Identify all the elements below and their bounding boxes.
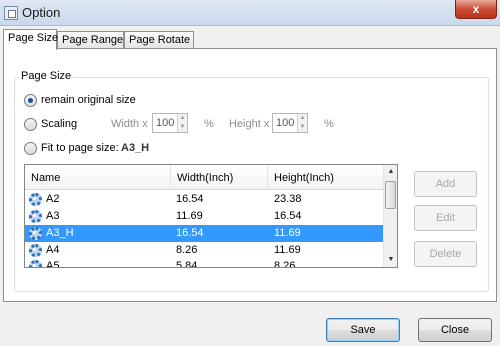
close-button-label: Close [440, 324, 470, 336]
gear-icon [29, 227, 42, 240]
row-height: 16.54 [274, 210, 302, 222]
title-bar: Option x [0, 0, 500, 26]
scroll-down-icon[interactable]: ▼ [384, 253, 397, 267]
spin-down-icon[interactable]: ▼ [298, 123, 307, 132]
tab-page-rotate[interactable]: Page Rotate [124, 31, 194, 49]
remain-original-size-label[interactable]: remain original size [41, 94, 136, 106]
fit-to-page-size-label[interactable]: Fit to page size: [41, 142, 119, 154]
tab-label: Page Size [8, 32, 59, 44]
save-button[interactable]: Save [326, 318, 400, 342]
spin-up-icon[interactable]: ▲ [178, 114, 187, 123]
spin-up-icon[interactable]: ▲ [298, 114, 307, 123]
width-scale-spinner[interactable]: 100 ▲ ▼ [152, 113, 188, 133]
table-row-selected[interactable]: A3_H 16.54 11.69 [25, 225, 385, 242]
gear-icon [29, 210, 42, 223]
add-button-label: Add [435, 178, 456, 190]
add-button[interactable]: Add [414, 171, 477, 197]
spinner-arrows[interactable]: ▲ ▼ [297, 114, 307, 132]
page-size-list[interactable]: Name Width(Inch) Height(Inch) A2 16.54 2… [24, 164, 398, 268]
fit-to-page-size-radio[interactable] [24, 142, 37, 155]
column-header-height[interactable]: Height(Inch) [268, 165, 385, 190]
column-header-name[interactable]: Name [25, 165, 171, 190]
column-header-label: Height(Inch) [274, 172, 334, 184]
remain-original-size-radio[interactable] [24, 94, 37, 107]
row-width: 11.69 [176, 210, 203, 222]
window-title: Option [22, 5, 61, 20]
scaling-radio[interactable] [24, 118, 37, 131]
width-scale-value: 100 [156, 117, 175, 129]
spinner-arrows[interactable]: ▲ ▼ [177, 114, 187, 132]
width-scale-label: Width x [111, 118, 148, 130]
table-row[interactable]: A5 5.84 8.26 [25, 258, 385, 268]
table-row[interactable]: A3 11.69 16.54 [25, 208, 385, 225]
row-name: A3 [46, 210, 60, 222]
tab-label: Page Rotate [129, 34, 191, 46]
row-width: 8.26 [176, 244, 198, 256]
delete-button[interactable]: Delete [414, 241, 477, 267]
close-icon: x [472, 2, 480, 16]
gear-icon [29, 244, 42, 257]
height-percent-label: % [324, 118, 334, 130]
height-scale-label: Height x [229, 118, 270, 130]
row-name: A4 [46, 244, 60, 256]
row-name: A5 [46, 260, 60, 268]
row-height: 8.26 [274, 260, 296, 268]
edit-button[interactable]: Edit [414, 205, 477, 231]
row-height: 23.38 [274, 193, 302, 205]
tab-page-size[interactable]: Page Size [3, 29, 59, 50]
table-row[interactable]: A2 16.54 23.38 [25, 191, 385, 208]
row-width: 16.54 [176, 193, 204, 205]
height-scale-value: 100 [276, 117, 295, 129]
table-row[interactable]: A4 8.26 11.69 [25, 242, 385, 259]
row-width: 16.54 [176, 227, 204, 239]
row-width: 5.84 [176, 260, 198, 268]
height-scale-spinner[interactable]: 100 ▲ ▼ [272, 113, 308, 133]
scroll-up-icon[interactable]: ▲ [384, 165, 397, 179]
delete-button-label: Delete [429, 248, 462, 260]
row-height: 11.69 [274, 227, 301, 239]
gear-icon [29, 260, 42, 267]
window-close-button[interactable]: x [455, 0, 497, 19]
scaling-label[interactable]: Scaling [41, 118, 77, 130]
fit-page-size-value: A3_H [121, 142, 150, 154]
width-percent-label: % [204, 118, 214, 130]
spin-down-icon[interactable]: ▼ [178, 123, 187, 132]
tab-page-range[interactable]: Page Range [57, 31, 124, 49]
scroll-thumb[interactable] [385, 181, 396, 209]
row-name: A2 [46, 193, 60, 205]
list-scrollbar[interactable]: ▲ ▼ [383, 165, 397, 267]
list-header: Name Width(Inch) Height(Inch) [25, 165, 385, 190]
row-height: 11.69 [274, 244, 301, 256]
column-header-width[interactable]: Width(Inch) [171, 165, 268, 190]
gear-icon [29, 193, 42, 206]
row-name: A3_H [46, 227, 74, 239]
edit-button-label: Edit [436, 212, 455, 224]
column-header-label: Name [31, 172, 61, 184]
close-button[interactable]: Close [418, 318, 492, 342]
column-header-label: Width(Inch) [177, 172, 234, 184]
tab-label: Page Range [62, 34, 124, 46]
save-button-label: Save [350, 324, 376, 336]
group-title: Page Size [19, 70, 74, 82]
app-icon [4, 6, 18, 20]
